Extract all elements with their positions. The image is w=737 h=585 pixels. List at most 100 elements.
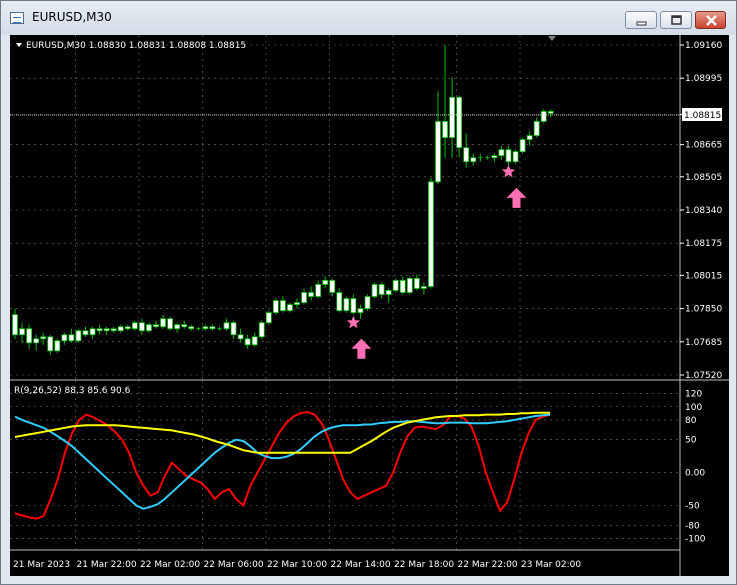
candle-body	[138, 322, 145, 332]
candle-body	[26, 328, 33, 344]
chart-shift-marker[interactable]	[548, 36, 556, 41]
time-tick-label: 22 Mar 10:00	[267, 560, 327, 570]
candle-body	[392, 280, 399, 291]
price-tick-label: 1.08665	[685, 141, 722, 151]
window-title: EURUSD,M30	[32, 10, 112, 24]
candle-body	[89, 328, 96, 336]
chart-canvas[interactable]: EURUSD,M30 1.08830 1.08831 1.08808 1.088…	[10, 35, 729, 576]
close-icon	[706, 15, 717, 26]
candle-body	[449, 96, 456, 138]
candle-body	[131, 322, 138, 330]
candle-body	[223, 322, 230, 330]
maximize-button[interactable]	[660, 11, 692, 29]
candle-body	[110, 328, 117, 332]
time-tick-label: 22 Mar 02:00	[140, 560, 200, 570]
candle-body	[294, 302, 300, 305]
candle-body	[244, 338, 251, 346]
candle-body	[124, 326, 131, 330]
candle-body	[237, 334, 244, 340]
minimize-button[interactable]	[625, 11, 657, 29]
candle-body	[322, 280, 329, 285]
price-tick-label: 1.07850	[685, 305, 722, 315]
candle-body	[385, 290, 392, 295]
candle-body	[456, 96, 463, 149]
candle-body	[512, 151, 519, 163]
candle-body	[47, 336, 54, 352]
candle-body	[350, 298, 357, 314]
indicator-tick-label: 80	[685, 416, 697, 426]
candle-body	[202, 326, 209, 330]
candle-body	[188, 326, 195, 330]
price-tick-label: 1.08015	[685, 271, 722, 281]
time-tick-label: 23 Mar 02:00	[521, 560, 581, 570]
indicator-tick-label: 50	[685, 436, 697, 446]
candle-body	[519, 139, 526, 153]
title-bar[interactable]: EURUSD,M30	[1, 1, 736, 35]
candle-body	[357, 308, 364, 314]
candle-body	[406, 278, 413, 293]
candle-body	[258, 322, 265, 338]
time-tick-label: 22 Mar 14:00	[331, 560, 391, 570]
chart-window: EURUSD,M30 EURUSD,M30 1.08830 1.08831 1.…	[0, 0, 737, 585]
candle-body	[103, 328, 110, 332]
signal-star-icon	[346, 315, 361, 329]
close-button[interactable]	[695, 11, 726, 29]
candle-body	[167, 318, 174, 330]
candle-body	[40, 336, 47, 340]
indicator-tick-label: -50	[685, 502, 700, 512]
time-tick-label: 22 Mar 18:00	[394, 560, 454, 570]
candle-body	[230, 322, 237, 336]
candle-body	[117, 326, 124, 332]
candle-body	[146, 324, 152, 332]
candle-body	[470, 157, 477, 163]
candle-body	[547, 111, 554, 114]
indicator-tick-label: -80	[685, 521, 700, 531]
price-tick-label: 1.08505	[685, 173, 722, 183]
restore-icon	[671, 15, 682, 25]
price-tick-label: 1.08340	[685, 206, 722, 216]
candle-body	[420, 286, 427, 289]
candle-body	[181, 324, 188, 328]
time-tick-label: 22 Mar 22:00	[458, 560, 518, 570]
candle-body	[279, 300, 286, 312]
candle-body	[68, 334, 75, 342]
candle-body	[272, 300, 279, 314]
candle-body	[463, 147, 470, 163]
candle-body	[442, 121, 448, 138]
price-tick-label: 1.09160	[685, 41, 722, 51]
candle-body	[315, 284, 322, 297]
candle-body	[378, 284, 385, 295]
candle-body	[540, 111, 547, 122]
minimize-icon	[636, 21, 647, 26]
candle-body	[364, 296, 371, 309]
time-tick-label: 22 Mar 06:00	[204, 560, 264, 570]
candle-body	[435, 121, 441, 183]
indicator-tick-label: 0.00	[685, 469, 705, 479]
candle-body	[428, 181, 434, 287]
chart-area[interactable]: EURUSD,M30 1.08830 1.08831 1.08808 1.088…	[10, 35, 729, 576]
price-tick-label: 1.07685	[685, 338, 722, 348]
candle-body	[160, 318, 166, 328]
candle-body	[33, 338, 40, 344]
candle-body	[526, 135, 533, 140]
candle-body	[343, 298, 350, 312]
candle-body	[209, 326, 216, 330]
current-price-label: 1.08815	[684, 111, 721, 121]
candle-body	[153, 324, 159, 328]
candle-body	[96, 328, 103, 332]
price-tick-label: 1.08175	[685, 239, 722, 249]
candle-body	[413, 278, 420, 289]
candle-body	[505, 149, 512, 163]
symbol-info-line: EURUSD,M30 1.08830 1.08831 1.08808 1.088…	[26, 41, 246, 51]
candle-body	[399, 280, 406, 293]
candle-body	[533, 121, 540, 136]
candle-body	[174, 324, 181, 330]
candle-body	[371, 284, 378, 297]
indicator-line	[14, 410, 551, 520]
price-tick-label: 1.07520	[685, 371, 722, 381]
candle-body	[491, 155, 498, 159]
candle-body	[75, 330, 82, 342]
indicator-tick-label: 100	[685, 403, 702, 413]
candle-body	[301, 292, 307, 303]
candle-body	[498, 149, 505, 157]
